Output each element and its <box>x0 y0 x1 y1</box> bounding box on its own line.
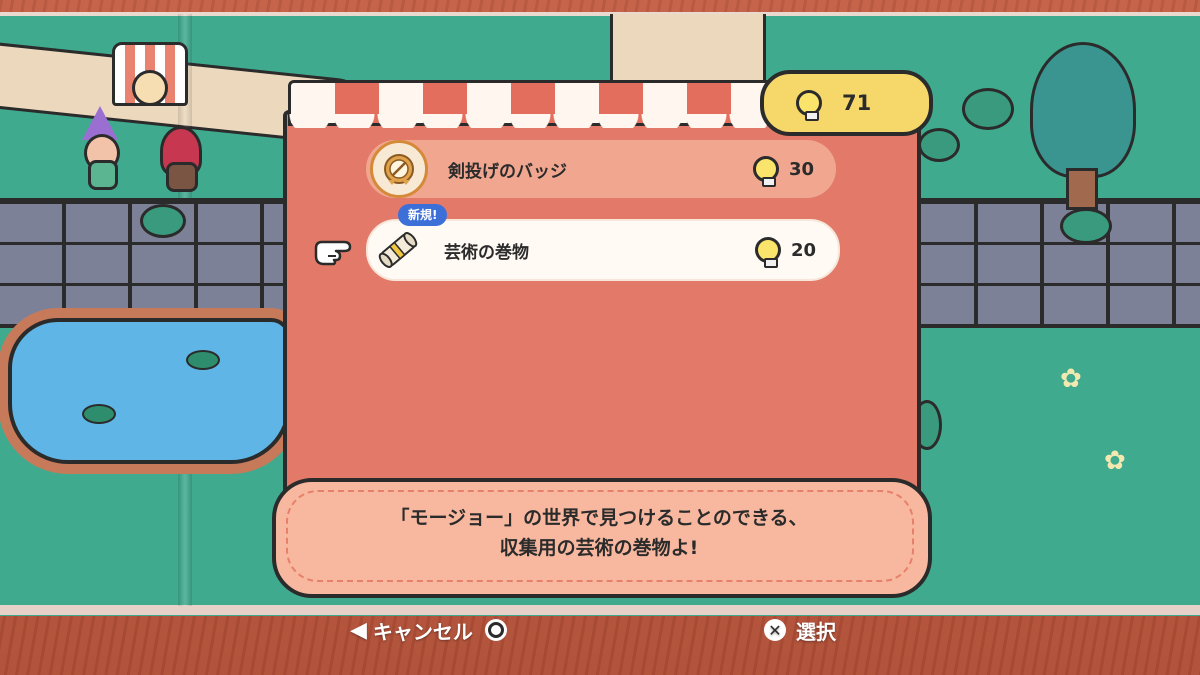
item-price-value: 20 <box>790 239 816 261</box>
currency-counter: 71 <box>760 70 933 136</box>
item-name: 剣投げのバッジ <box>448 161 567 182</box>
select-label: 選択 <box>796 619 836 644</box>
lily-pad-icon <box>186 350 220 370</box>
bush-icon <box>1060 208 1112 244</box>
scroll-icon <box>372 224 424 276</box>
lightbulb-icon <box>754 237 781 268</box>
pond <box>8 318 291 464</box>
shop-awning-scallop <box>288 114 794 128</box>
dialog-line-1: 「モージョー」の世界で見つけることのできる、 <box>390 507 808 529</box>
stone-wall-right <box>912 198 1200 328</box>
currency-count: 71 <box>842 91 872 115</box>
dialog-line-2: 収集用の芸術の巻物よ! <box>499 537 699 559</box>
circle-button-icon <box>484 619 507 641</box>
dialog-text: 「モージョー」の世界で見つけることのできる、 収集用の芸術の巻物よ! <box>286 503 912 563</box>
bush-icon <box>918 128 960 162</box>
pointing-hand-cursor-icon <box>314 236 354 268</box>
book-page-edge <box>0 605 1200 615</box>
bush-icon <box>140 204 186 238</box>
bush-icon <box>962 88 1014 130</box>
sword-badge-icon <box>370 140 428 198</box>
witch-character-body <box>88 160 118 190</box>
cancel-label: キャンセル <box>372 619 473 644</box>
lily-pad-icon <box>82 404 116 424</box>
back-arrow-icon: ◀ <box>350 617 367 643</box>
cancel-button[interactable]: ◀ キャンセル <box>350 615 507 645</box>
cross-button-icon: ✕ <box>764 619 786 641</box>
lightbulb-icon <box>752 156 779 187</box>
red-knight-character-body <box>166 162 198 192</box>
tree-trunk <box>1066 168 1098 210</box>
shop-item-row[interactable]: 剣投げのバッジ 30 <box>366 140 836 198</box>
item-price: 20 <box>754 237 816 268</box>
flower-icon: ✿ <box>1104 446 1126 476</box>
flower-icon: ✿ <box>1060 364 1082 394</box>
shopkeeper-character <box>132 70 168 106</box>
tree-icon <box>1030 42 1136 178</box>
item-price-value: 30 <box>788 158 814 180</box>
new-item-badge: 新規! <box>398 204 448 226</box>
item-price: 30 <box>752 156 814 187</box>
item-name: 芸術の巻物 <box>444 242 529 263</box>
shop-item-row-selected[interactable]: 芸術の巻物 20 <box>366 219 840 281</box>
select-button[interactable]: ✕ 選択 <box>764 615 836 645</box>
lightbulb-icon <box>796 90 822 121</box>
